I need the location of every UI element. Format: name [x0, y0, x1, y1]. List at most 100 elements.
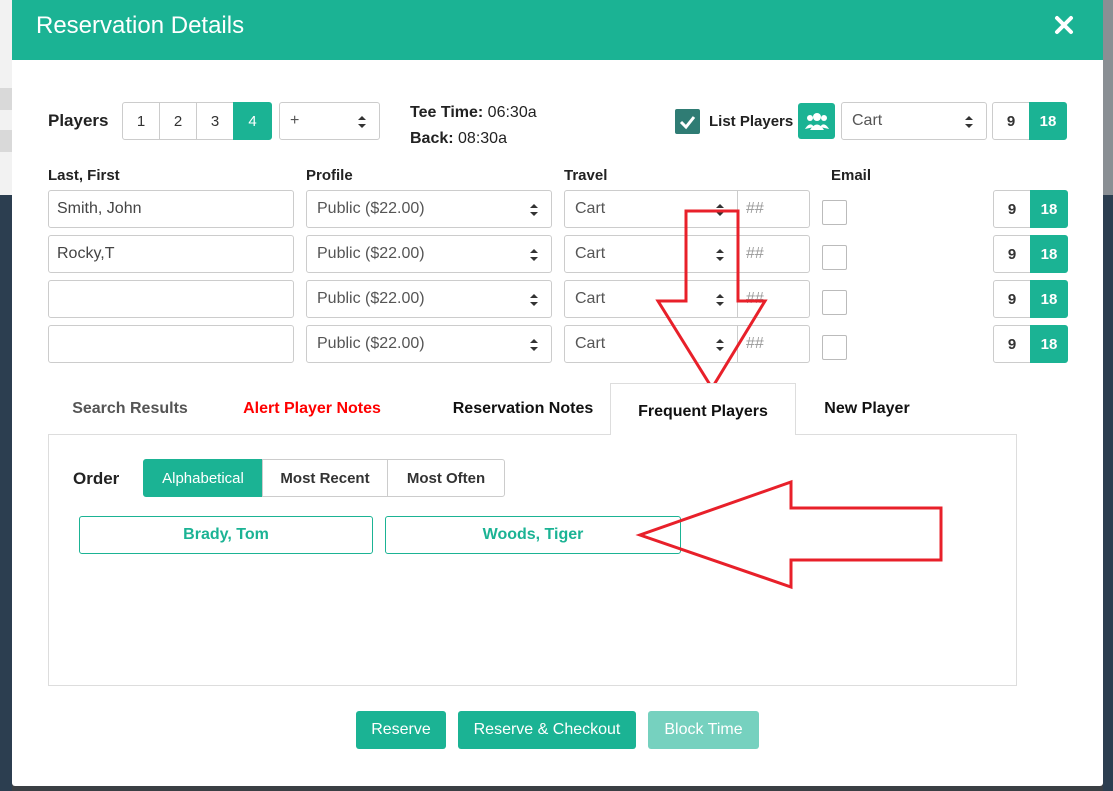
select-caret-icon [530, 339, 538, 351]
tee-time-label: Tee Time: [410, 104, 484, 121]
tab-new-player[interactable]: New Player [808, 383, 926, 435]
profile-value: Public ($22.00) [317, 335, 425, 352]
holes-18-button[interactable]: 18 [1030, 190, 1068, 228]
email-checkbox[interactable] [822, 290, 847, 315]
back-time-value: 08:30a [458, 130, 507, 147]
select-caret-icon [716, 294, 724, 306]
background-page-left [0, 0, 12, 791]
select-caret-icon [716, 204, 724, 216]
frequent-players-panel: Order Alphabetical Most Recent Most Ofte… [48, 434, 1017, 686]
background-sidebar [0, 195, 12, 791]
player-count-selector: 1 2 3 4 [122, 102, 272, 140]
modal-header: Reservation Details [12, 0, 1103, 60]
info-tabs: Search Results Alert Player Notes Reserv… [48, 383, 1018, 435]
email-checkbox[interactable] [822, 200, 847, 225]
background-sidebar [1103, 195, 1113, 791]
holes-9-button[interactable]: 9 [993, 235, 1031, 273]
holes-18-button[interactable]: 18 [1030, 280, 1068, 318]
default-holes-selector: 9 18 [992, 102, 1067, 140]
select-caret-icon [530, 204, 538, 216]
background-strip [0, 130, 12, 152]
holes-9-button[interactable]: 9 [993, 280, 1031, 318]
email-checkbox[interactable] [822, 245, 847, 270]
frequent-player-button[interactable]: Brady, Tom [79, 516, 373, 554]
list-players-checkbox[interactable] [675, 109, 700, 134]
travel-value: Cart [575, 290, 606, 307]
reserve-checkout-button[interactable]: Reserve & Checkout [458, 711, 636, 749]
select-caret-icon [530, 249, 538, 261]
profile-select[interactable]: Public ($22.00) [306, 325, 552, 363]
default-travel-select[interactable]: Cart [841, 102, 987, 140]
order-alphabetical-button[interactable]: Alphabetical [143, 459, 263, 497]
tab-frequent-players[interactable]: Frequent Players [610, 383, 796, 435]
frequent-player-button[interactable]: Woods, Tiger [385, 516, 681, 554]
check-icon [679, 116, 696, 130]
travel-value: Cart [575, 245, 606, 262]
select-caret-icon [530, 294, 538, 306]
background-page-right [1103, 0, 1113, 791]
player-name-field[interactable] [48, 280, 294, 318]
holes-9-button[interactable]: 9 [993, 190, 1031, 228]
holes-18-button[interactable]: 18 [1029, 102, 1067, 140]
default-travel-value: Cart [852, 112, 883, 129]
order-label: Order [73, 469, 120, 488]
cart-number-field[interactable]: ## [737, 325, 810, 363]
more-players-select[interactable]: + [279, 102, 380, 140]
tee-time-value: 06:30a [487, 104, 537, 121]
row-holes-selector: 9 18 [993, 280, 1068, 318]
profile-value: Public ($22.00) [317, 290, 425, 307]
profile-value: Public ($22.00) [317, 245, 425, 262]
tab-alert-player-notes[interactable]: Alert Player Notes [216, 383, 408, 435]
order-most-often-button[interactable]: Most Often [387, 459, 505, 497]
row-holes-selector: 9 18 [993, 235, 1068, 273]
tab-reservation-notes[interactable]: Reservation Notes [423, 383, 623, 435]
order-most-recent-button[interactable]: Most Recent [262, 459, 388, 497]
holes-9-button[interactable]: 9 [993, 325, 1031, 363]
travel-select[interactable]: Cart [564, 235, 738, 273]
column-header-email: Email [831, 167, 872, 184]
profile-value: Public ($22.00) [317, 200, 425, 217]
profile-select[interactable]: Public ($22.00) [306, 280, 552, 318]
users-icon[interactable] [798, 103, 835, 139]
close-icon[interactable] [1053, 12, 1075, 38]
profile-select[interactable]: Public ($22.00) [306, 235, 552, 273]
travel-select[interactable]: Cart [564, 190, 738, 228]
column-header-profile: Profile [306, 167, 353, 184]
row-holes-selector: 9 18 [993, 190, 1068, 228]
travel-select[interactable]: Cart [564, 325, 738, 363]
holes-9-button[interactable]: 9 [992, 102, 1030, 140]
tee-time-info: Tee Time: 06:30a Back: 08:30a [410, 100, 537, 152]
background-strip [0, 88, 12, 110]
player-count-1[interactable]: 1 [122, 102, 160, 140]
column-header-travel: Travel [564, 167, 608, 184]
tab-search-results[interactable]: Search Results [48, 383, 212, 435]
reservation-modal: Reservation Details Players 1 2 3 4 + Te… [12, 0, 1103, 786]
profile-select[interactable]: Public ($22.00) [306, 190, 552, 228]
list-players-label: List Players [709, 113, 794, 130]
travel-value: Cart [575, 335, 606, 352]
row-holes-selector: 9 18 [993, 325, 1068, 363]
player-count-4[interactable]: 4 [233, 102, 272, 140]
player-name-field[interactable] [48, 325, 294, 363]
cart-number-field[interactable]: ## [737, 280, 810, 318]
player-name-field[interactable]: Rocky,T [48, 235, 294, 273]
holes-18-button[interactable]: 18 [1030, 235, 1068, 273]
more-players-value: + [290, 112, 300, 129]
order-selector: Alphabetical Most Recent Most Often [143, 459, 505, 497]
back-time-label: Back: [410, 130, 454, 147]
email-checkbox[interactable] [822, 335, 847, 360]
players-label: Players [48, 111, 109, 130]
select-caret-icon [716, 249, 724, 261]
cart-number-field[interactable]: ## [737, 235, 810, 273]
reserve-button[interactable]: Reserve [356, 711, 446, 749]
player-count-3[interactable]: 3 [196, 102, 234, 140]
player-name-field[interactable]: Smith, John [48, 190, 294, 228]
holes-18-button[interactable]: 18 [1030, 325, 1068, 363]
block-time-button[interactable]: Block Time [648, 711, 759, 749]
column-header-name: Last, First [48, 167, 120, 184]
modal-title: Reservation Details [36, 12, 245, 39]
travel-select[interactable]: Cart [564, 280, 738, 318]
cart-number-field[interactable]: ## [737, 190, 810, 228]
player-count-2[interactable]: 2 [159, 102, 197, 140]
select-caret-icon [716, 339, 724, 351]
